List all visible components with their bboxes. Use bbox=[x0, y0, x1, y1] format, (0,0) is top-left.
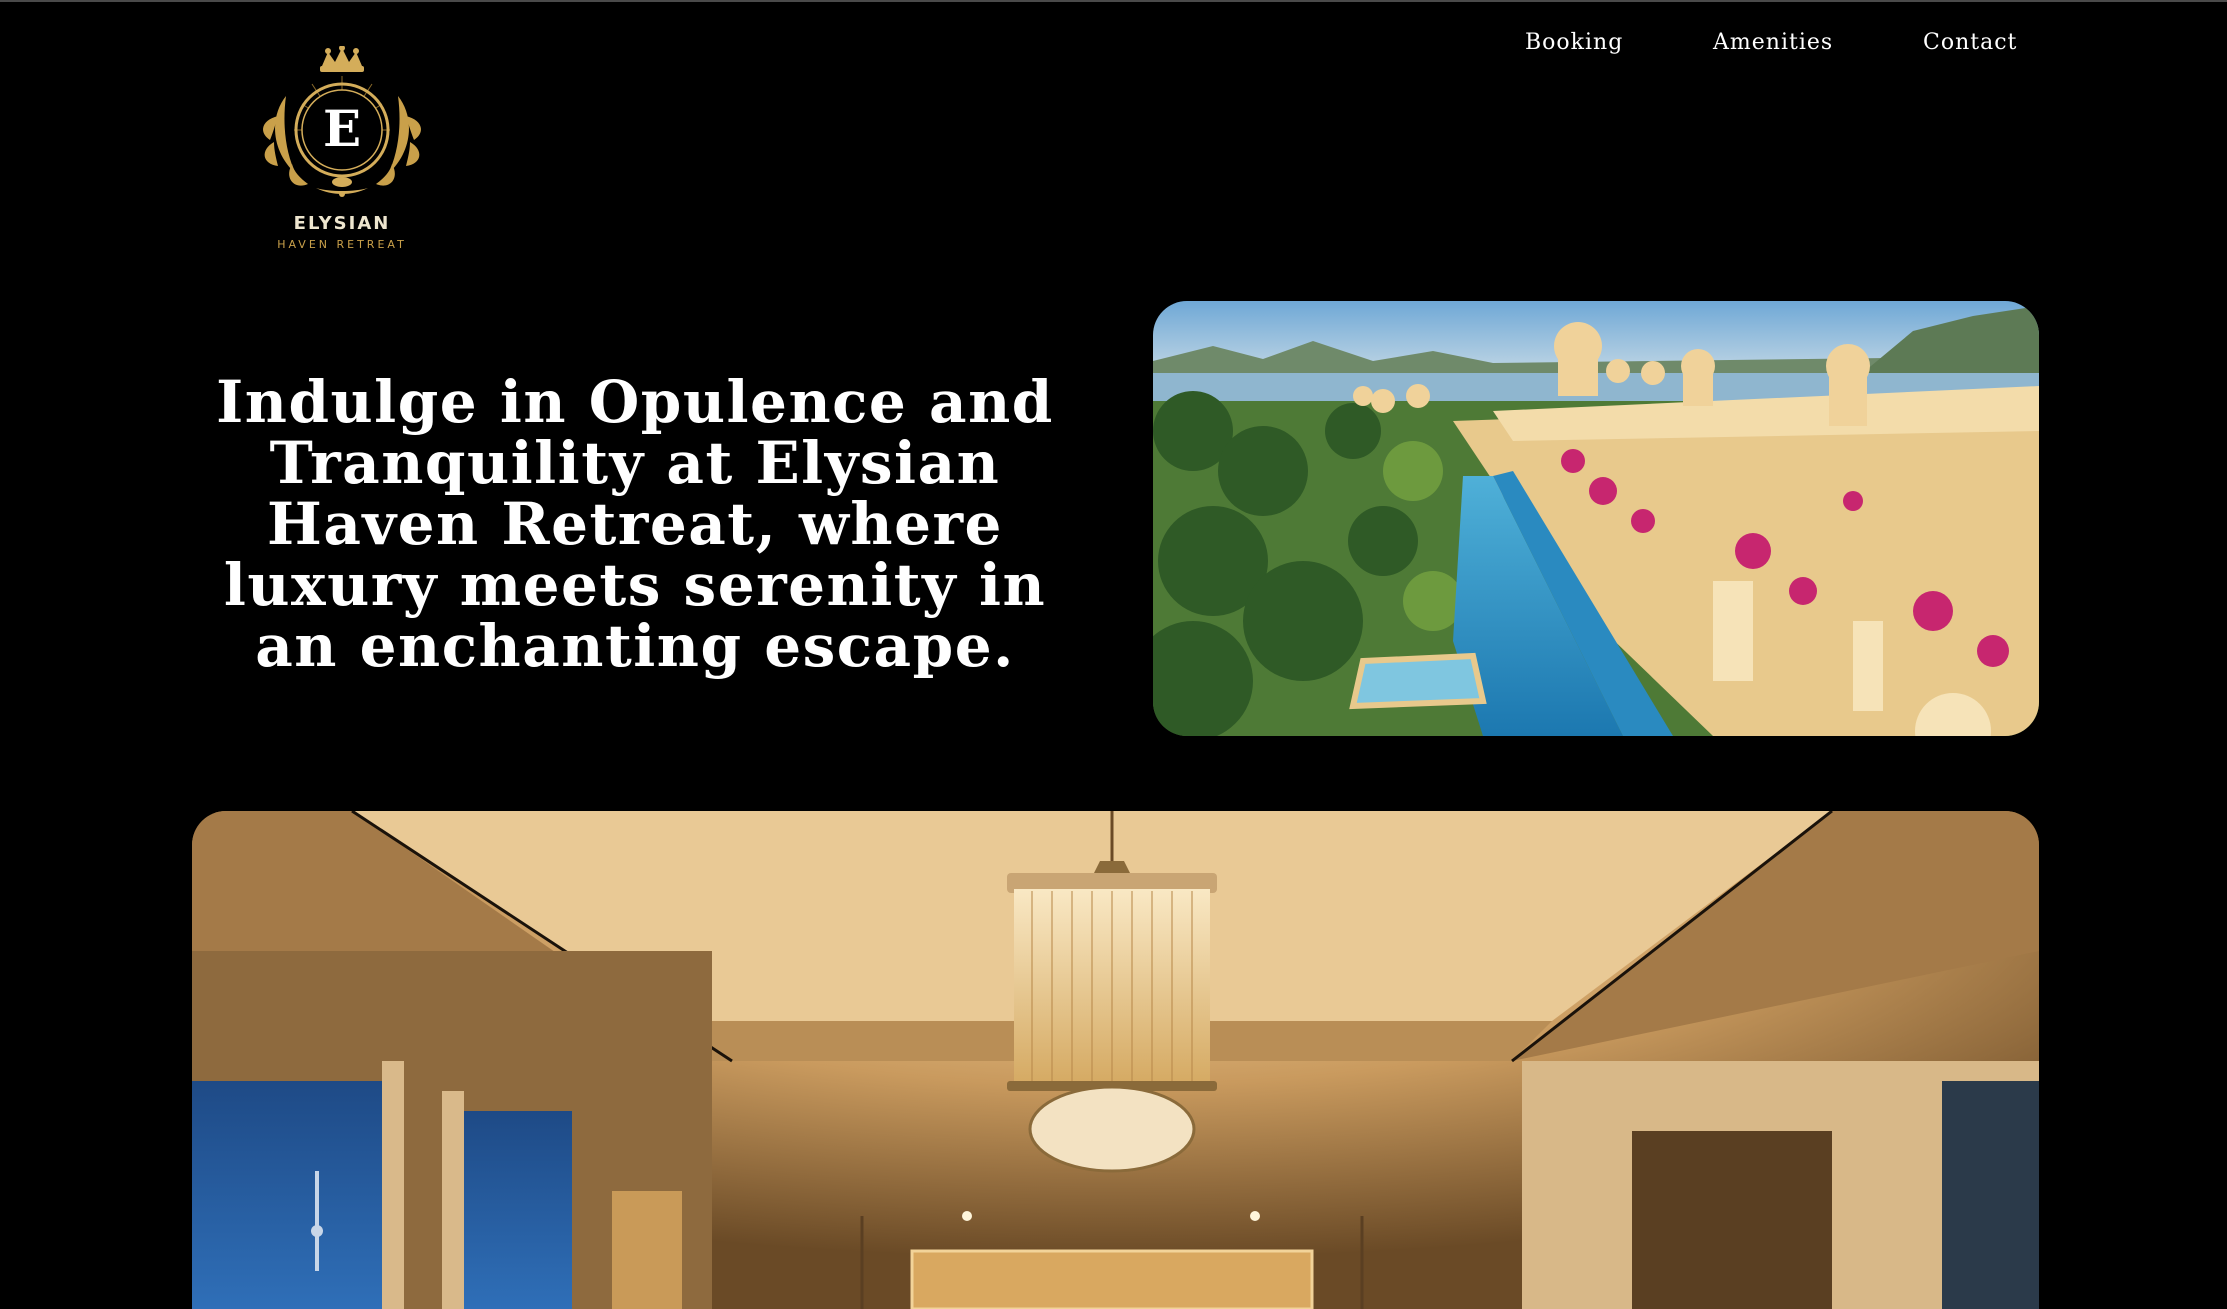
crest-icon: E bbox=[263, 46, 421, 197]
nav-booking-link[interactable]: Booking bbox=[1525, 30, 1623, 55]
hotel-room-image bbox=[192, 811, 2039, 1309]
logo-letter: E bbox=[323, 99, 361, 158]
logo-subtitle: HAVEN RETREAT bbox=[277, 238, 407, 251]
logo-name: ELYSIAN bbox=[293, 213, 391, 234]
nav-amenities-link[interactable]: Amenities bbox=[1713, 30, 1833, 55]
top-border bbox=[0, 0, 2227, 2]
palace-pool-image bbox=[1153, 301, 2039, 736]
hero-headline: Indulge in Opulence and Tranquility at E… bbox=[216, 368, 1054, 680]
nav-contact-link[interactable]: Contact bbox=[1923, 30, 2017, 55]
brand-logo[interactable]: E ELYSIAN HAVEN RETREAT bbox=[246, 46, 438, 256]
